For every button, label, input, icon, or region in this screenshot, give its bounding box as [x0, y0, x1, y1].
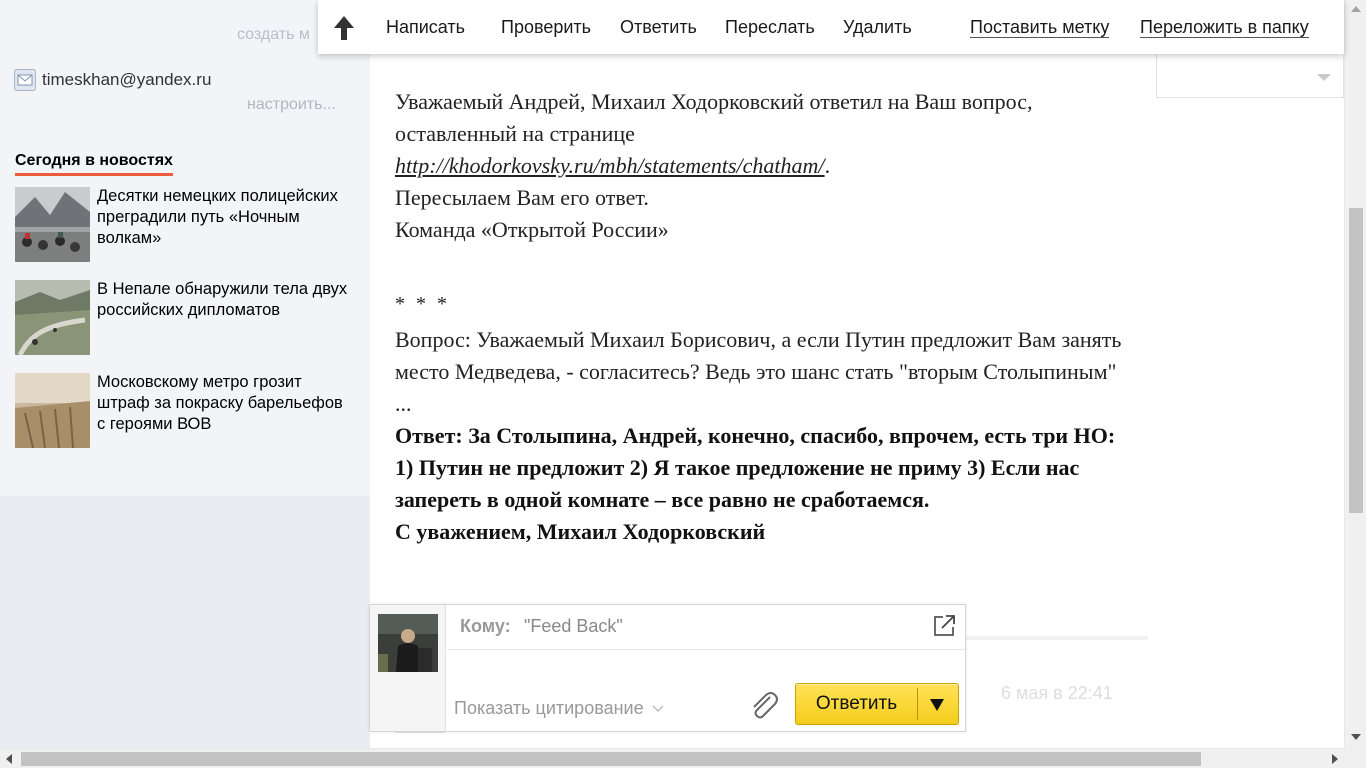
news-section-title[interactable]: Сегодня в новостях [15, 152, 173, 176]
mountain-road-photo[interactable] [15, 280, 90, 355]
quick-reply-panel: Кому: "Feed Back" Показать цитирование О… [369, 604, 966, 732]
scroll-left-arrow-icon[interactable] [6, 754, 12, 764]
message-toolbar: Написать Проверить Ответить Переслать Уд… [318, 0, 1344, 54]
recipient-field[interactable]: "Feed Back" [524, 616, 623, 637]
show-quote-label: Показать цитирование [454, 698, 644, 718]
vertical-scroll-thumb[interactable] [1349, 208, 1363, 513]
answer-text: Ответ: За Столыпина, Андрей, конечно, сп… [395, 423, 1116, 512]
message-date: 6 мая в 22:41 [1001, 683, 1113, 703]
delete-button[interactable]: Удалить [843, 17, 912, 38]
message-body: Уважаемый Андрей, Михаил Ходорковский от… [395, 86, 1135, 548]
news-item[interactable]: В Непале обнаружили тела двух российских… [15, 280, 355, 355]
news-headline[interactable]: Десятки немецких полицейских преградили … [97, 186, 355, 249]
chevron-down-icon [652, 704, 664, 712]
news-headline[interactable]: Московскому метро грозит штраф за покрас… [97, 372, 355, 435]
horizontal-scrollbar[interactable] [0, 748, 1344, 768]
reply-button[interactable]: Ответить [620, 17, 697, 38]
question-text: Вопрос: Уважаемый Михаил Борисович, а ес… [395, 327, 1122, 416]
vertical-scrollbar[interactable] [1344, 0, 1366, 748]
separator-stars: * * * [395, 293, 450, 315]
show-quote-toggle[interactable]: Показать цитирование [454, 698, 664, 719]
button-separator [917, 688, 918, 720]
reply-avatar-column [370, 605, 446, 731]
create-link[interactable]: создать м [237, 26, 310, 44]
caret-down-icon[interactable] [930, 699, 944, 711]
intro-text: Уважаемый Андрей, Михаил Ходорковский от… [395, 89, 1033, 146]
news-item[interactable]: Московскому метро грозит штраф за покрас… [15, 373, 355, 448]
account-row[interactable]: timeskhan@yandex.ru [14, 68, 211, 92]
scroll-right-arrow-icon[interactable] [1332, 754, 1338, 764]
settings-link[interactable]: настроить... [247, 96, 336, 114]
paperclip-icon[interactable] [748, 691, 778, 719]
avatar [378, 614, 438, 672]
account-email: timeskhan@yandex.ru [42, 70, 212, 89]
background-box [395, 732, 445, 736]
sidebar-panel: создать м timeskhan@yandex.ru настроить.… [0, 0, 370, 496]
horizontal-scroll-thumb[interactable] [21, 752, 1201, 766]
recipient-row[interactable]: Кому: "Feed Back" [447, 605, 965, 650]
divider [966, 636, 1148, 640]
expand-icon[interactable] [933, 613, 957, 637]
right-dropdown-box[interactable] [1156, 54, 1344, 98]
forward-button[interactable]: Переслать [725, 17, 815, 38]
move-to-folder-button[interactable]: Переложить в папку [1140, 17, 1309, 38]
answer-signature: С уважением, Михаил Ходорковский [395, 519, 766, 544]
check-button[interactable]: Проверить [501, 17, 591, 38]
news-headline[interactable]: В Непале обнаружили тела двух российских… [97, 279, 355, 321]
scrollbar-corner [1344, 748, 1366, 768]
left-sidebar: создать м timeskhan@yandex.ru настроить.… [0, 0, 370, 748]
compose-button[interactable]: Написать [386, 17, 465, 38]
team-signature: Команда «Открытой России» [395, 217, 669, 242]
send-reply-label: Ответить [815, 693, 898, 714]
statement-link[interactable]: http://khodorkovsky.ru/mbh/statements/ch… [395, 153, 825, 178]
send-reply-button[interactable]: Ответить [795, 683, 959, 725]
mail-icon [14, 69, 36, 91]
scroll-up-arrow-icon[interactable] [1351, 6, 1361, 12]
bas-relief-photo[interactable] [15, 373, 90, 448]
link-period: . [824, 153, 831, 178]
caret-down-icon [1317, 74, 1331, 81]
news-item[interactable]: Десятки немецких полицейских преградили … [15, 187, 355, 262]
bikers-photo[interactable] [15, 187, 90, 262]
forward-note: Пересылаем Вам его ответ. [395, 185, 649, 210]
label-button[interactable]: Поставить метку [970, 17, 1110, 38]
arrow-up-icon[interactable] [333, 15, 355, 41]
to-label: Кому: [460, 616, 511, 636]
scroll-down-arrow-icon[interactable] [1351, 734, 1361, 740]
